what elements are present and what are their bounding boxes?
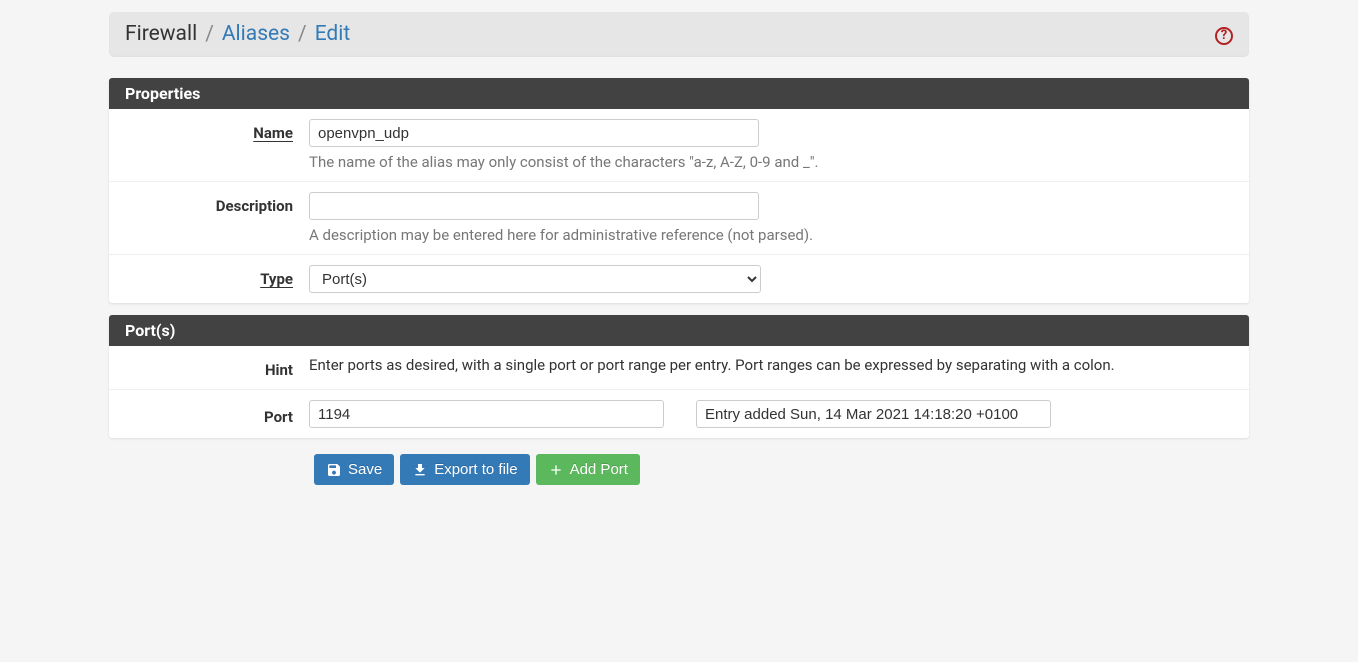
breadcrumb-edit-link[interactable]: Edit (315, 22, 351, 46)
description-help-text: A description may be entered here for ad… (309, 226, 1233, 244)
hint-label: Hint (109, 356, 309, 379)
ports-panel: Port(s) Hint Enter ports as desired, wit… (109, 315, 1249, 438)
properties-panel-header: Properties (109, 78, 1249, 109)
export-button-label: Export to file (434, 461, 517, 478)
button-bar: Save Export to file Add Port (109, 454, 1249, 485)
save-button-label: Save (348, 461, 382, 478)
help-icon[interactable]: ? (1215, 23, 1233, 45)
name-input[interactable] (309, 119, 759, 147)
breadcrumb-sep: / (298, 22, 307, 46)
download-icon (412, 462, 428, 478)
export-button[interactable]: Export to file (400, 454, 529, 485)
plus-icon (548, 462, 564, 478)
breadcrumb: Firewall / Aliases / Edit (125, 22, 1215, 46)
name-help-text: The name of the alias may only consist o… (309, 153, 1233, 171)
breadcrumb-root: Firewall (125, 22, 197, 46)
description-label: Description (109, 192, 309, 244)
port-value-input[interactable] (309, 400, 664, 428)
type-row: Type Port(s) (109, 255, 1249, 303)
breadcrumb-aliases-link[interactable]: Aliases (222, 22, 290, 46)
breadcrumb-sep: / (205, 22, 214, 46)
port-note-input[interactable] (696, 400, 1051, 428)
description-row: Description A description may be entered… (109, 182, 1249, 255)
ports-panel-header: Port(s) (109, 315, 1249, 346)
port-label: Port (109, 400, 309, 428)
add-port-button[interactable]: Add Port (536, 454, 640, 485)
properties-panel: Properties Name The name of the alias ma… (109, 78, 1249, 303)
name-label: Name (109, 119, 309, 171)
hint-text: Enter ports as desired, with a single po… (309, 356, 1233, 374)
save-icon (326, 462, 342, 478)
name-row: Name The name of the alias may only cons… (109, 109, 1249, 182)
add-port-button-label: Add Port (570, 461, 628, 478)
breadcrumb-bar: Firewall / Aliases / Edit ? (109, 12, 1249, 56)
port-row: Port (109, 390, 1249, 438)
hint-row: Hint Enter ports as desired, with a sing… (109, 346, 1249, 390)
save-button[interactable]: Save (314, 454, 394, 485)
type-select[interactable]: Port(s) (309, 265, 761, 293)
description-input[interactable] (309, 192, 759, 220)
type-label: Type (109, 265, 309, 293)
